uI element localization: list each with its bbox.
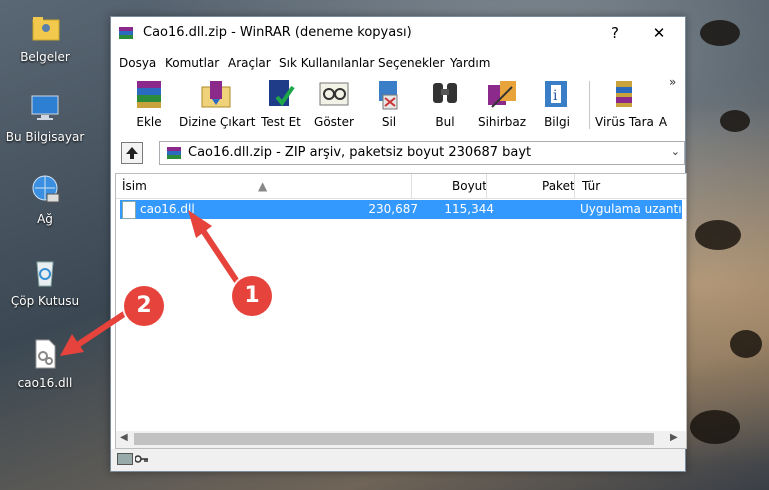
callout-badge-1: 1 [232,276,272,316]
arrow-2-line [73,307,133,349]
arrow-1-line [197,223,241,286]
annotation-arrows [60,210,241,356]
callout-badge-2: 2 [124,286,164,326]
